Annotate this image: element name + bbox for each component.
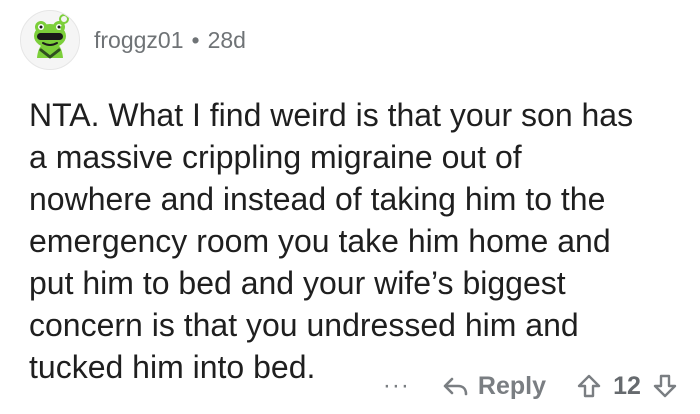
meta-separator: • <box>191 26 200 53</box>
vote-score: 12 <box>613 371 641 400</box>
comment-age: 28d <box>207 26 246 53</box>
downvote-arrow-icon[interactable] <box>652 373 678 399</box>
comment-header: froggz01 • 28d <box>20 10 246 70</box>
reply-button[interactable]: Reply <box>440 372 546 401</box>
comment-body: NTA. What I find weird is that your son … <box>29 97 634 385</box>
comment-meta: froggz01 • 28d <box>94 27 246 54</box>
comment: froggz01 • 28d NTA. What I find weird is… <box>0 0 700 414</box>
reply-label: Reply <box>477 371 546 400</box>
vote-controls: 12 <box>576 372 678 401</box>
username[interactable]: froggz01 <box>94 27 184 54</box>
reply-arrow-icon <box>443 377 468 396</box>
comment-actions: ··· Reply 12 <box>383 366 678 406</box>
avatar[interactable] <box>20 10 80 70</box>
more-options-icon[interactable]: ··· <box>383 372 410 400</box>
frog-avatar-icon <box>21 11 79 69</box>
upvote-arrow-icon[interactable] <box>576 373 602 399</box>
